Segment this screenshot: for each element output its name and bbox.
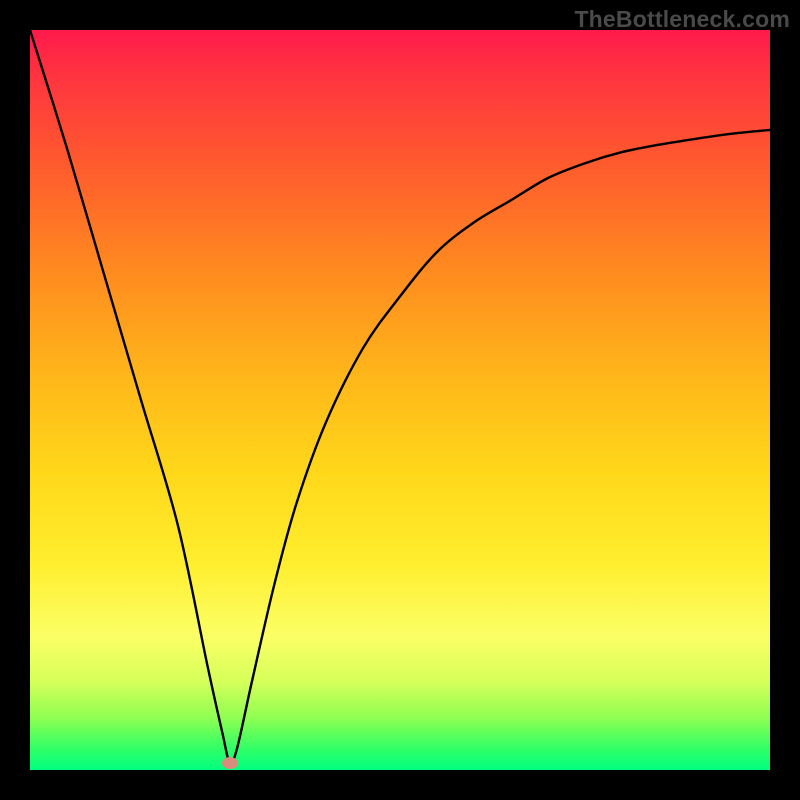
plot-area (30, 30, 770, 770)
watermark-text: TheBottleneck.com (574, 6, 790, 33)
bottleneck-curve (30, 30, 770, 763)
curve-svg (30, 30, 770, 770)
optimal-marker (222, 757, 238, 769)
chart-frame: TheBottleneck.com (0, 0, 800, 800)
